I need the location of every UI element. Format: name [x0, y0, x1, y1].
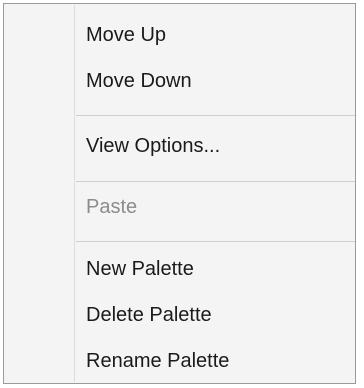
menu-item-new-palette[interactable]: New Palette [86, 257, 194, 281]
menu-item-move-up[interactable]: Move Up [86, 23, 166, 47]
menu-item-move-down[interactable]: Move Down [86, 69, 192, 93]
menu-item-rename-palette[interactable]: Rename Palette [86, 349, 229, 373]
menu-separator [76, 241, 355, 242]
menu-separator [76, 115, 355, 116]
context-menu: Move Up Move Down View Options... Paste … [3, 3, 356, 384]
icon-gutter-divider [74, 5, 75, 382]
menu-separator [76, 181, 355, 182]
menu-item-view-options[interactable]: View Options... [86, 134, 220, 158]
menu-item-delete-palette[interactable]: Delete Palette [86, 303, 212, 327]
menu-item-paste: Paste [86, 196, 138, 218]
